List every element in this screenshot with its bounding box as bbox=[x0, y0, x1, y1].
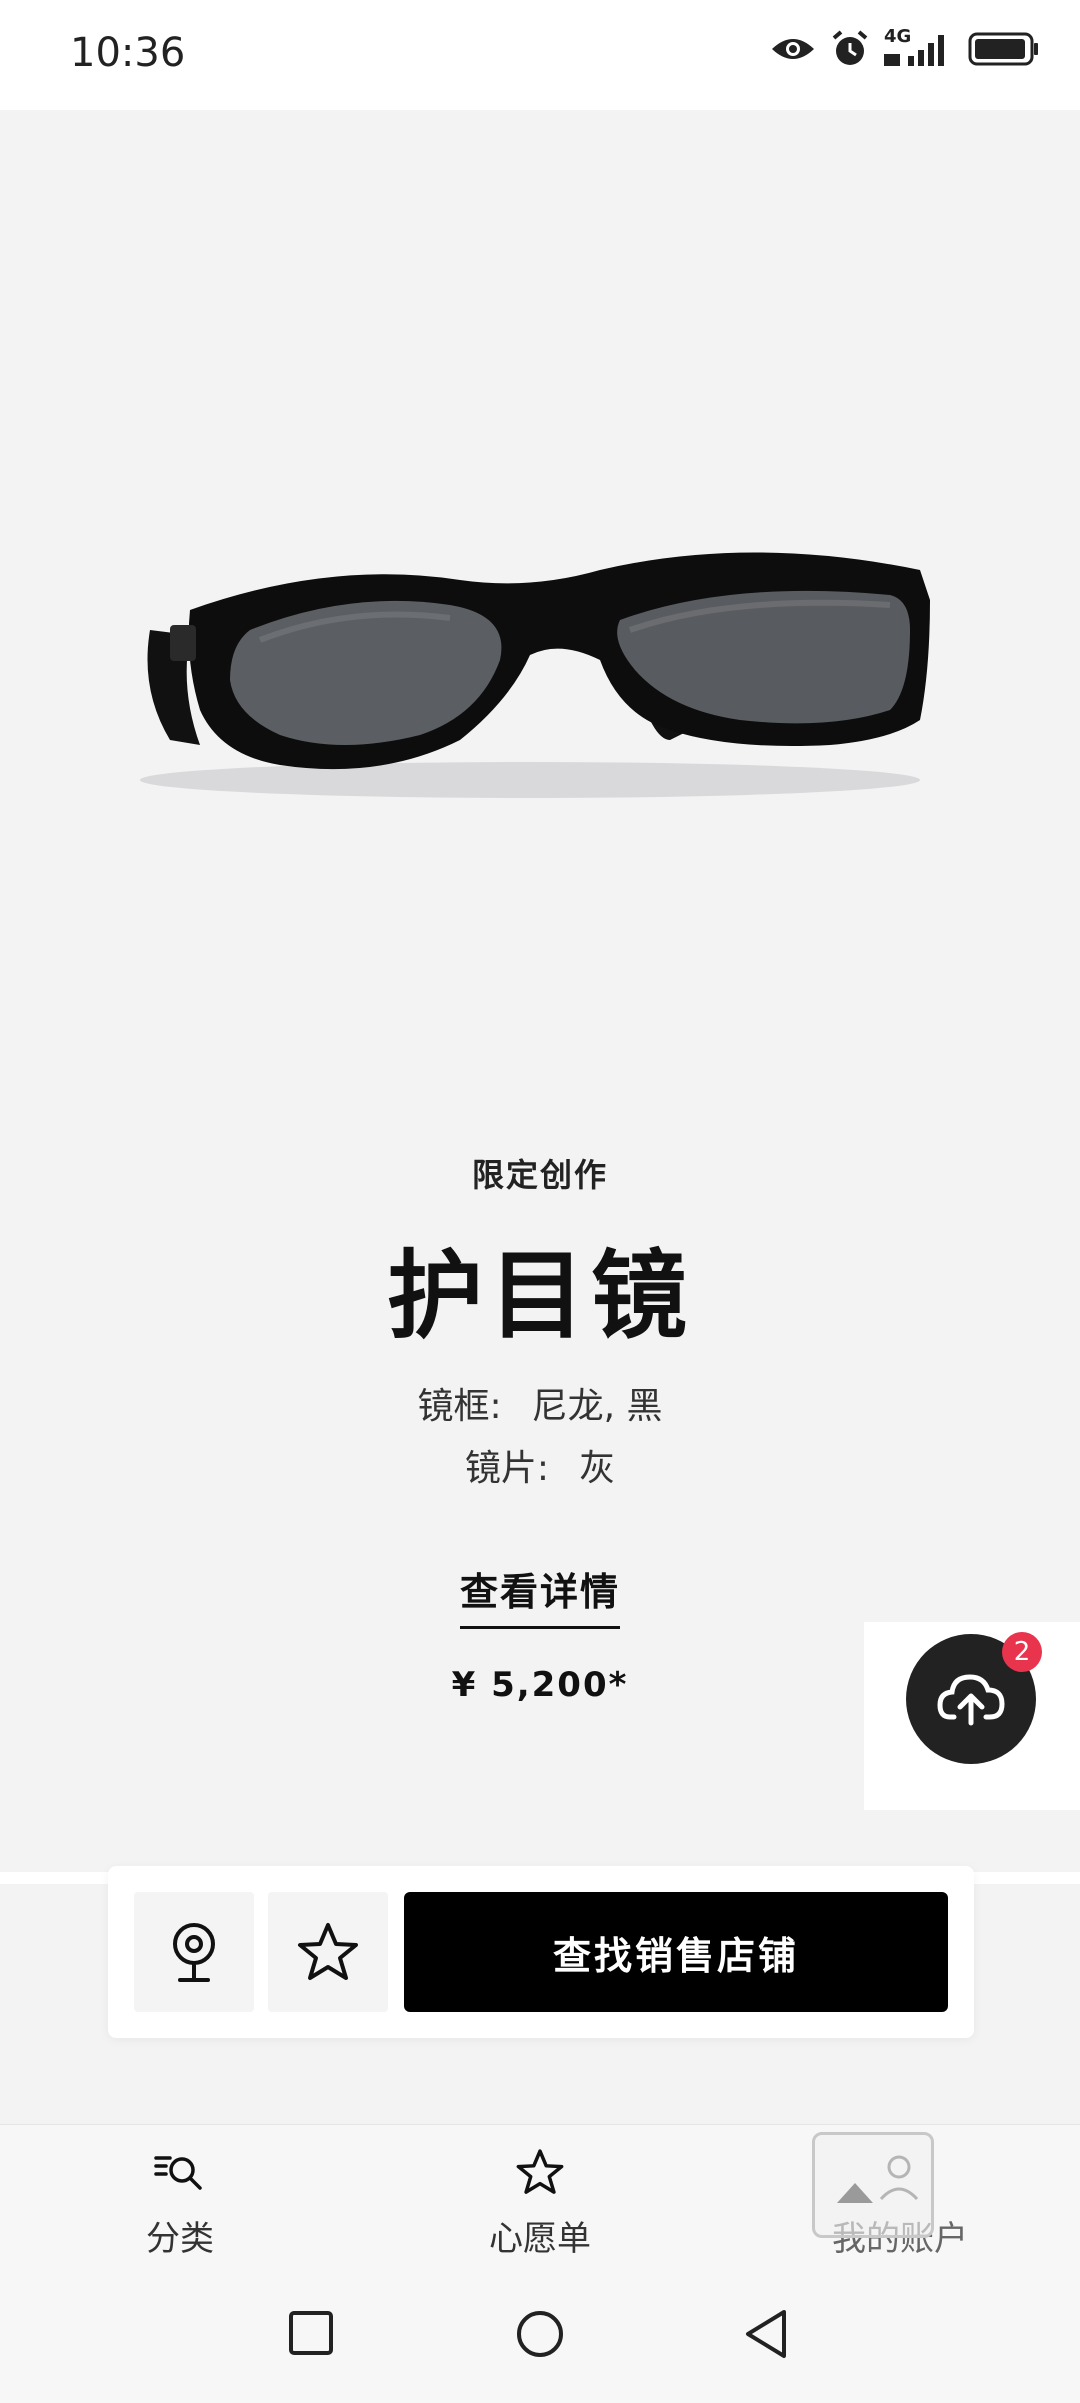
upload-widget: 2 bbox=[864, 1622, 1080, 1810]
add-to-wishlist-button[interactable] bbox=[268, 1892, 388, 2012]
view-details-link[interactable]: 查看详情 bbox=[459, 1561, 620, 1629]
status-bar: 10:36 4G bbox=[0, 0, 1080, 110]
product-title: 护目镜 bbox=[387, 1240, 693, 1352]
alarm-icon bbox=[832, 30, 868, 65]
find-store-button[interactable]: 查找销售店铺 bbox=[404, 1892, 948, 2012]
home-icon[interactable] bbox=[514, 2308, 566, 2360]
back-icon[interactable] bbox=[742, 2308, 792, 2360]
status-time: 10:36 bbox=[70, 30, 186, 76]
sunglasses-image bbox=[140, 552, 930, 798]
lens-label: 镜片: bbox=[464, 1448, 550, 1489]
nav-label-wishlist: 心愿单 bbox=[489, 2219, 591, 2259]
frame-label: 镜框: bbox=[417, 1386, 502, 1427]
lens-value: 灰 bbox=[579, 1448, 616, 1489]
notification-badge: 2 bbox=[1002, 1632, 1042, 1672]
status-icons: 4G bbox=[770, 26, 1040, 68]
nav-item-wishlist[interactable]: 心愿单 bbox=[420, 2147, 660, 2260]
webcam-icon bbox=[173, 1923, 215, 1982]
image-placeholder-icon bbox=[837, 2155, 919, 2203]
frame-spec: 镜框: 尼龙, 黑 bbox=[0, 1377, 1080, 1429]
product-eyebrow: 限定创作 bbox=[471, 1156, 608, 1194]
signal-icon: 4G bbox=[884, 26, 954, 68]
battery-icon bbox=[968, 32, 1038, 66]
recent-apps-icon[interactable] bbox=[286, 2308, 336, 2358]
nav-item-categories[interactable]: 分类 bbox=[60, 2147, 300, 2260]
frame-value: 尼龙, 黑 bbox=[531, 1386, 663, 1427]
star-icon bbox=[298, 1923, 358, 1980]
virtual-try-on-button[interactable] bbox=[134, 1892, 254, 2012]
action-bar: 查找销售店铺 bbox=[108, 1866, 974, 2038]
category-search-icon bbox=[154, 2156, 202, 2190]
account-image-placeholder bbox=[812, 2132, 934, 2238]
star-icon bbox=[516, 2149, 564, 2194]
nav-label-categories: 分类 bbox=[146, 2219, 214, 2259]
cloud-upload-icon bbox=[937, 1674, 1005, 1726]
product-image-area[interactable] bbox=[0, 110, 1080, 1200]
system-navigation-bar bbox=[0, 2284, 1080, 2403]
lens-spec: 镜片: 灰 bbox=[0, 1439, 1080, 1491]
eye-icon bbox=[772, 39, 814, 59]
